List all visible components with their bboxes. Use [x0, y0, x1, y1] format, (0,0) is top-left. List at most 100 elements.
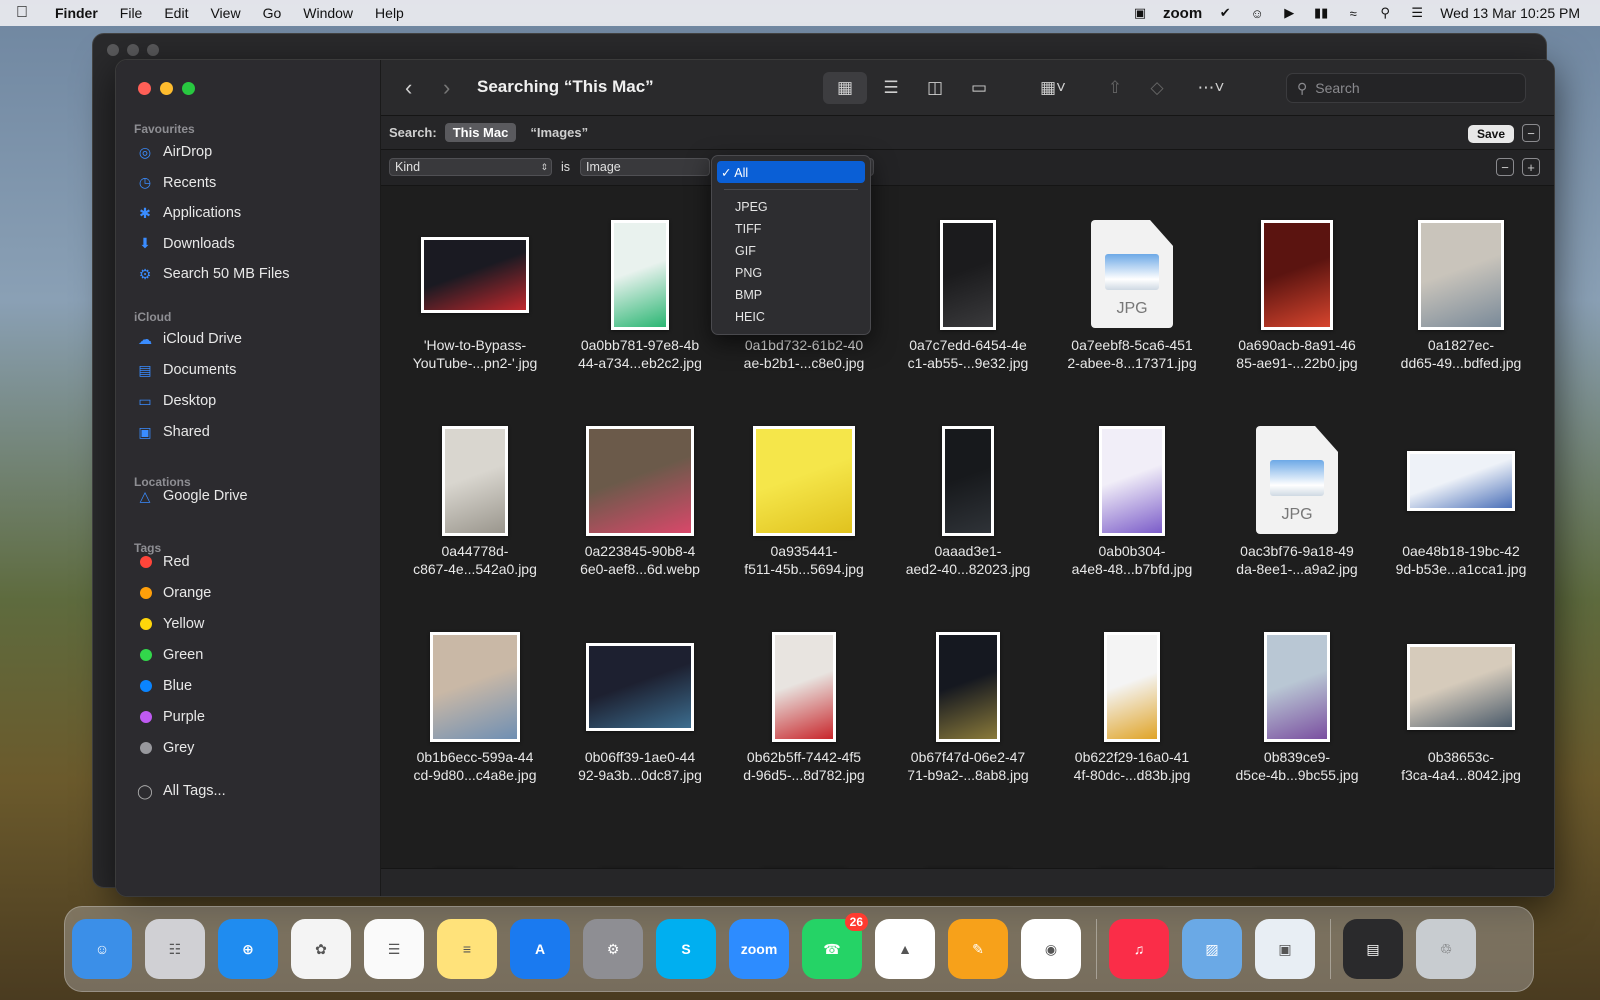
save-search-button[interactable]: Save [1467, 125, 1514, 143]
finder-icon[interactable]: ☺ [72, 919, 132, 979]
file-item[interactable]: 0ae48b18-19bc-42 9d-b53e...a1cca1.jpg [1379, 408, 1543, 598]
notes-icon[interactable]: ≡ [437, 919, 497, 979]
remove-scope-button[interactable]: − [1522, 124, 1540, 142]
gallery-view-icon[interactable]: ▭ [959, 72, 999, 104]
search-input[interactable] [1315, 80, 1506, 96]
group-by-icon[interactable]: ▦˅ [1029, 72, 1077, 104]
sidebar-item-airdrop[interactable]: ◎ AirDrop [136, 139, 212, 165]
file-item[interactable]: 0a44778d-c867-4e...542a0.jpg [393, 408, 557, 598]
file-item-partial[interactable] [1050, 820, 1214, 868]
menu-help[interactable]: Help [364, 5, 415, 21]
file-item[interactable]: 0a7c7edd-6454-4e c1-ab55-...9e32.jpg [886, 202, 1050, 392]
file-item-partial[interactable] [1379, 820, 1543, 868]
search-field[interactable]: ⚲ [1286, 73, 1526, 103]
drive-icon[interactable]: ▲ [875, 919, 935, 979]
file-item[interactable]: JPG 0ac3bf76-9a18-49 da-8ee1-...a9a2.jpg [1215, 408, 1379, 598]
minimize-button[interactable] [160, 82, 173, 95]
sidebar-tag-blue[interactable]: Blue [136, 673, 192, 699]
sidebar-tag-purple[interactable]: Purple [136, 704, 205, 730]
preview-icon[interactable]: ▨ [1182, 919, 1242, 979]
whatsapp-icon[interactable]: ☎ 26 [802, 913, 868, 979]
file-item[interactable]: 0aaad3e1- aed2-40...82023.jpg [886, 408, 1050, 598]
file-item[interactable]: 0a223845-90b8-4 6e0-aef8...6d.webp [558, 408, 722, 598]
add-criteria-button[interactable]: + [1522, 158, 1540, 176]
apple-menu-icon[interactable]:  [0, 4, 44, 22]
menu-app-name[interactable]: Finder [44, 5, 109, 21]
music-icon[interactable]: ♫ [1109, 919, 1169, 979]
sidebar-item-icloud-drive[interactable]: ☁ iCloud Drive [136, 326, 242, 352]
file-item[interactable]: 0b622f29-16a0-41 4f-80dc-...d83b.jpg [1050, 614, 1214, 804]
wifi-icon[interactable]: ≈ [1344, 5, 1362, 21]
file-item-partial[interactable] [393, 820, 557, 868]
play-circle-icon[interactable]: ▶ [1280, 5, 1298, 21]
sidebar-item-shared[interactable]: ▣ Shared [136, 419, 209, 445]
reminders-icon[interactable]: ☰ [364, 919, 424, 979]
dropdown-item-all[interactable]: ✓ All [717, 161, 865, 183]
file-item[interactable]: JPG 0a7eebf8-5ca6-451 2-abee-8...17371.jpg [1050, 202, 1214, 392]
file-item-partial[interactable] [558, 820, 722, 868]
file-item[interactable]: 0b06ff39-1ae0-44 92-9a3b...0dc87.jpg [558, 614, 722, 804]
zoom-button[interactable] [182, 82, 195, 95]
zoom-menu-extra[interactable]: zoom [1163, 5, 1202, 22]
dropdown-item-jpeg[interactable]: JPEG [717, 196, 865, 218]
sidebar-item-applications[interactable]: ✱ Applications [136, 200, 241, 226]
sidebar-item-all-tags[interactable]: ◯ All Tags... [136, 778, 225, 804]
column-view-icon[interactable]: ◫ [915, 72, 955, 104]
status-app-icon[interactable]: ▣ [1131, 5, 1149, 21]
sidebar-item-desktop[interactable]: ▭ Desktop [136, 388, 216, 414]
file-item[interactable]: 0b839ce9- d5ce-4b...9bc55.jpg [1215, 614, 1379, 804]
menu-view[interactable]: View [199, 5, 251, 21]
dropdown-item-gif[interactable]: GIF [717, 240, 865, 262]
file-item[interactable]: 0a690acb-8a91-46 85-ae91-...22b0.jpg [1215, 202, 1379, 392]
sidebar-tag-orange[interactable]: Orange [136, 580, 211, 606]
preview-doc-icon[interactable]: ▣ [1255, 919, 1315, 979]
zoom-icon[interactable]: zoom [729, 919, 789, 979]
dropdown-item-heic[interactable]: HEIC [717, 306, 865, 328]
menu-edit[interactable]: Edit [153, 5, 199, 21]
sidebar-tag-grey[interactable]: Grey [136, 735, 194, 761]
back-arrow-icon[interactable]: ‹ [405, 75, 412, 101]
file-item[interactable]: 0a0bb781-97e8-4b 44-a734...eb2c2.jpg [558, 202, 722, 392]
scope-images[interactable]: “Images” [522, 123, 596, 142]
forward-arrow-icon[interactable]: › [443, 75, 450, 101]
sidebar-item-google-drive[interactable]: △ Google Drive [136, 483, 248, 509]
file-item[interactable]: 0a1827ec-dd65-49...bdfed.jpg [1379, 202, 1543, 392]
icon-view-icon[interactable]: ▦ [823, 72, 867, 104]
file-item-partial[interactable] [886, 820, 1050, 868]
pages-icon[interactable]: ✎ [948, 919, 1008, 979]
sidebar-item-downloads[interactable]: ⬇ Downloads [136, 231, 235, 257]
menu-go[interactable]: Go [252, 5, 293, 21]
more-actions-icon[interactable]: ⋯˅ [1187, 72, 1235, 104]
menu-clock[interactable]: Wed 13 Mar 10:25 PM [1440, 5, 1580, 21]
dropdown-item-tiff[interactable]: TIFF [717, 218, 865, 240]
safari-icon[interactable]: ⊕ [218, 919, 278, 979]
control-center-icon[interactable]: ☰ [1408, 5, 1426, 21]
share-icon[interactable]: ⇧ [1099, 72, 1131, 104]
menu-file[interactable]: File [109, 5, 154, 21]
remove-criteria-button[interactable]: − [1496, 158, 1514, 176]
trash-icon[interactable]: ♲ [1416, 919, 1476, 979]
checkmark-badge-icon[interactable]: ✔ [1216, 5, 1234, 21]
file-item[interactable]: 'How-to-Bypass- YouTube-...pn2-'.jpg [393, 202, 557, 392]
sidebar-tag-green[interactable]: Green [136, 642, 203, 668]
file-item[interactable]: 0ab0b304- a4e8-48...b7bfd.jpg [1050, 408, 1214, 598]
file-item-partial[interactable] [1215, 820, 1379, 868]
dropdown-item-png[interactable]: PNG [717, 262, 865, 284]
criteria-value-popup[interactable]: Image [580, 158, 710, 176]
photos-icon[interactable]: ✿ [291, 919, 351, 979]
sidebar-tag-yellow[interactable]: Yellow [136, 611, 204, 637]
sidebar-item-recents[interactable]: ◷ Recents [136, 170, 216, 196]
menu-window[interactable]: Window [292, 5, 364, 21]
spotlight-search-icon[interactable]: ⚲ [1376, 5, 1394, 21]
tag-icon[interactable]: ◇ [1141, 72, 1173, 104]
file-item-partial[interactable] [722, 820, 886, 868]
skype-icon[interactable]: S [656, 919, 716, 979]
sidebar-item-search-50-mb-files[interactable]: ⚙ Search 50 MB Files [136, 261, 290, 287]
appstore-icon[interactable]: A [510, 919, 570, 979]
user-circle-icon[interactable]: ☺ [1248, 5, 1266, 21]
battery-icon[interactable]: ▮▮ [1312, 5, 1330, 21]
file-item[interactable]: 0b38653c-f3ca-4a4...8042.jpg [1379, 614, 1543, 804]
launchpad-icon[interactable]: ☷ [145, 919, 205, 979]
window-thumb-icon[interactable]: ▤ [1343, 919, 1403, 979]
close-button[interactable] [138, 82, 151, 95]
